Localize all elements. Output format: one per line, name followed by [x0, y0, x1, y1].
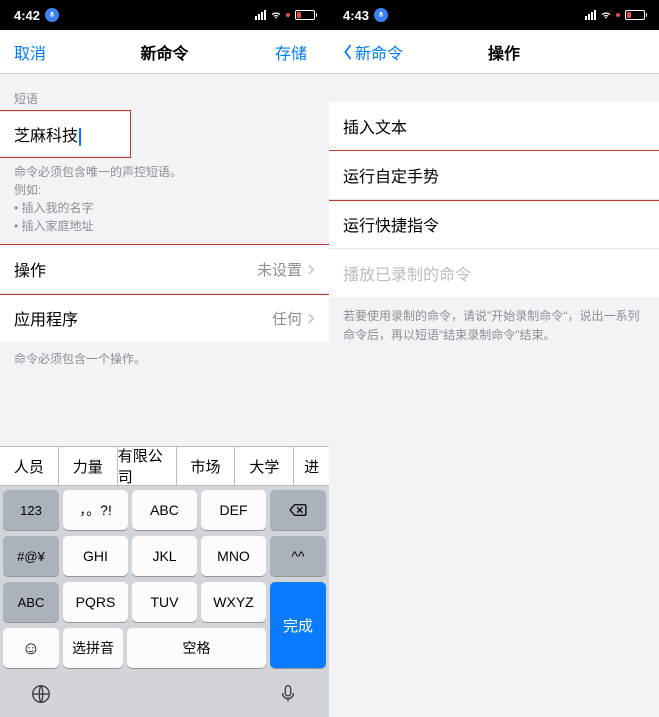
key-jkl[interactable]: JKL [132, 536, 197, 576]
action-value-group: 未设置 [257, 259, 315, 280]
screen-new-command: 4:42 取消 新命令 存储 短语 芝麻科技 命令必须包含唯一的声控短语。 例如… [0, 0, 329, 717]
suggestion-item[interactable]: 市场 [177, 447, 236, 485]
keyboard: 人员 力量 有限公司 市场 大学 进 123 ，。?! ABC DEF #@¥ … [0, 446, 329, 717]
application-label: 应用程序 [14, 306, 78, 330]
screen-action-select: 4:43 新命令 操作 插入文本 运行自定手势 [329, 0, 659, 717]
settings-list: 操作 未设置 应用程序 任何 [0, 245, 329, 342]
nav-bar: 取消 新命令 存储 [0, 30, 329, 74]
action-run-shortcut[interactable]: 运行快捷指令 [329, 200, 659, 249]
key-symbols[interactable]: #@¥ [3, 536, 59, 576]
action-row[interactable]: 操作 未设置 [0, 245, 329, 294]
battery-icon [295, 10, 315, 20]
wifi-icon [600, 10, 612, 20]
status-bar: 4:42 [0, 0, 329, 30]
key-ghi[interactable]: GHI [63, 536, 128, 576]
status-time-group: 4:43 [343, 8, 388, 23]
phrase-help-text: 命令必须包含唯一的声控短语。 例如: • 插入我的名字 • 插入家庭地址 [0, 157, 329, 237]
status-icons [255, 10, 315, 20]
section-label-phrase: 短语 [0, 74, 329, 111]
save-button[interactable]: 存储 [275, 40, 315, 64]
action-label: 运行自定手势 [343, 163, 439, 187]
suggestion-bar: 人员 力量 有限公司 市场 大学 进 [0, 446, 329, 486]
key-caret[interactable]: ^^ [270, 536, 326, 576]
status-time-group: 4:42 [14, 8, 59, 23]
cancel-button[interactable]: 取消 [14, 40, 54, 64]
action-value: 未设置 [257, 259, 302, 280]
action-label: 运行快捷指令 [343, 212, 439, 236]
mic-icon[interactable] [277, 683, 299, 705]
back-label: 新命令 [355, 40, 403, 64]
chevron-left-icon [343, 44, 353, 60]
text-cursor [79, 128, 81, 146]
status-bar: 4:43 [329, 0, 659, 30]
key-tuv[interactable]: TUV [132, 582, 197, 622]
status-time: 4:43 [343, 8, 369, 23]
back-button[interactable]: 新命令 [343, 40, 403, 64]
key-switch-abc[interactable]: ABC [3, 582, 59, 622]
wifi-icon [270, 10, 282, 20]
key-wxyz[interactable]: WXYZ [201, 582, 266, 622]
key-pqrs[interactable]: PQRS [63, 582, 128, 622]
nav-bar: 新命令 操作 [329, 30, 659, 74]
key-numbers[interactable]: 123 [3, 490, 59, 530]
action-play-recorded[interactable]: 播放已录制的命令 [329, 249, 659, 297]
battery-icon [625, 10, 645, 20]
suggestion-item[interactable]: 大学 [235, 447, 294, 485]
action-label: 播放已录制的命令 [343, 261, 471, 285]
recorded-info-text: 若要使用录制的命令，请说"开始录制命令"，说出一系列命令后，再以短语"结束录制命… [329, 297, 659, 355]
action-run-gesture[interactable]: 运行自定手势 [329, 151, 659, 200]
action-insert-text[interactable]: 插入文本 [329, 102, 659, 151]
mic-indicator-icon [45, 8, 59, 22]
action-label: 插入文本 [343, 114, 407, 138]
suggestion-item[interactable]: 人员 [0, 447, 59, 485]
key-abc[interactable]: ABC [132, 490, 197, 530]
keyboard-bottom-bar [0, 671, 329, 717]
action-footer-hint: 命令必须包含一个操作。 [0, 342, 329, 375]
chevron-right-icon [308, 313, 315, 324]
phrase-input-cell[interactable]: 芝麻科技 [0, 111, 130, 157]
signal-icon [585, 10, 596, 20]
low-battery-indicator-icon [286, 13, 290, 17]
key-def[interactable]: DEF [201, 490, 266, 530]
nav-title: 新命令 [140, 40, 188, 64]
backspace-icon [288, 503, 308, 517]
action-list: 插入文本 运行自定手势 运行快捷指令 播放已录制的命令 [329, 102, 659, 297]
content-area: 短语 芝麻科技 命令必须包含唯一的声控短语。 例如: • 插入我的名字 • 插入… [0, 74, 329, 446]
key-rows: 123 ，。?! ABC DEF #@¥ GHI JKL MNO ^^ ABC … [0, 486, 329, 671]
application-value-group: 任何 [272, 308, 315, 329]
suggestion-item[interactable]: 有限公司 [118, 447, 177, 485]
key-pinyin[interactable]: 选拼音 [63, 628, 123, 668]
content-area: 插入文本 运行自定手势 运行快捷指令 播放已录制的命令 若要使用录制的命令，请说… [329, 74, 659, 717]
key-mno[interactable]: MNO [201, 536, 266, 576]
key-punct[interactable]: ，。?! [63, 490, 128, 530]
chevron-right-icon [308, 264, 315, 275]
status-time: 4:42 [14, 8, 40, 23]
suggestion-item[interactable]: 进 [294, 447, 329, 485]
suggestion-item[interactable]: 力量 [59, 447, 118, 485]
key-backspace[interactable] [270, 490, 326, 530]
low-battery-indicator-icon [616, 13, 620, 17]
signal-icon [255, 10, 266, 20]
status-icons [585, 10, 645, 20]
phrase-input-value: 芝麻科技 [14, 128, 78, 145]
mic-indicator-icon [374, 8, 388, 22]
action-label: 操作 [14, 257, 46, 281]
globe-icon[interactable] [30, 683, 52, 705]
application-value: 任何 [272, 308, 302, 329]
nav-title: 操作 [488, 40, 520, 64]
key-emoji[interactable]: ☺ [3, 628, 59, 668]
application-row[interactable]: 应用程序 任何 [0, 294, 329, 342]
key-space[interactable]: 空格 [127, 628, 266, 668]
